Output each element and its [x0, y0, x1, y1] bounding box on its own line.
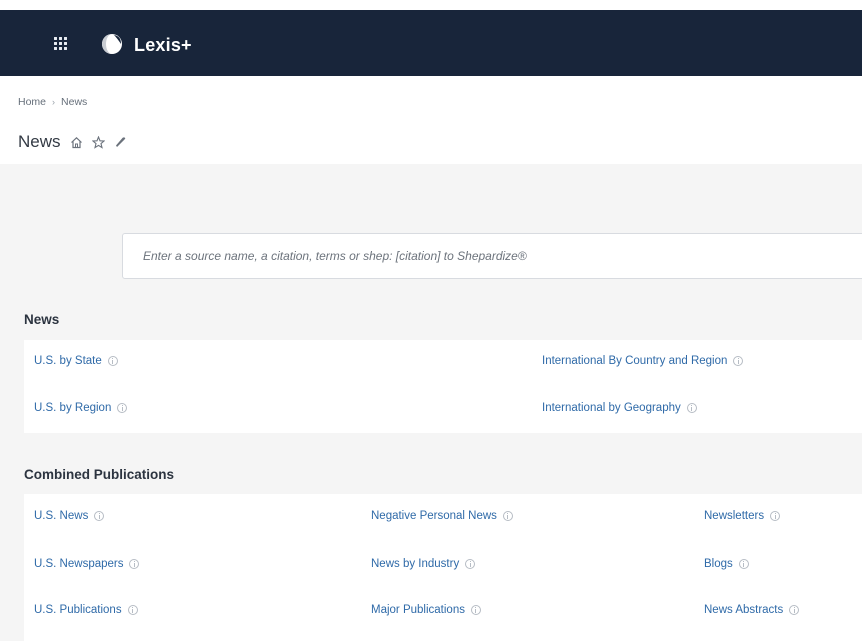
news-panel — [24, 340, 862, 433]
link-news-by-industry[interactable]: News by Industry — [371, 558, 476, 570]
link-newsletters[interactable]: Newsletters — [704, 510, 781, 522]
info-icon[interactable] — [470, 605, 481, 615]
info-icon[interactable] — [94, 511, 105, 521]
link-news-abstracts[interactable]: News Abstracts — [704, 604, 800, 616]
link-international-by-country-and-region[interactable]: International By Country and Region — [542, 355, 744, 367]
app-name[interactable]: Lexis+ — [134, 35, 192, 56]
search-input[interactable] — [143, 249, 862, 263]
link-us-newspapers[interactable]: U.S. Newspapers — [34, 558, 140, 570]
info-icon[interactable] — [733, 356, 744, 366]
page: Lexis+ Home › News News News — [0, 0, 862, 641]
link-international-by-geography[interactable]: International by Geography — [542, 402, 697, 414]
top-header-bar: Lexis+ — [0, 10, 862, 76]
info-icon[interactable] — [465, 559, 476, 569]
apps-grid-icon[interactable] — [54, 37, 68, 50]
home-icon[interactable] — [70, 136, 83, 149]
info-icon[interactable] — [107, 356, 118, 366]
news-section-heading: News — [24, 312, 60, 327]
info-icon[interactable] — [686, 403, 697, 413]
link-us-by-state[interactable]: U.S. by State — [34, 355, 118, 367]
info-icon[interactable] — [789, 605, 800, 615]
search-box[interactable] — [122, 233, 862, 279]
breadcrumb-current: News — [61, 96, 88, 108]
breadcrumb-separator-icon: › — [52, 97, 56, 107]
link-us-by-region[interactable]: U.S. by Region — [34, 402, 128, 414]
link-label[interactable]: News by Industry — [371, 558, 459, 570]
link-label[interactable]: International By Country and Region — [542, 355, 727, 367]
info-icon[interactable] — [127, 605, 138, 615]
combined-publications-heading: Combined Publications — [24, 467, 175, 482]
info-icon[interactable] — [117, 403, 128, 413]
page-title-row: News — [18, 132, 127, 152]
info-icon[interactable] — [738, 559, 749, 569]
link-label[interactable]: Major Publications — [371, 604, 465, 616]
pin-icon[interactable] — [114, 136, 127, 149]
star-icon[interactable] — [91, 135, 105, 149]
breadcrumb-home-link[interactable]: Home — [18, 96, 46, 108]
link-us-news[interactable]: U.S. News — [34, 510, 105, 522]
link-label[interactable]: International by Geography — [542, 402, 681, 414]
link-label[interactable]: U.S. News — [34, 510, 88, 522]
link-blogs[interactable]: Blogs — [704, 558, 749, 570]
link-major-publications[interactable]: Major Publications — [371, 604, 481, 616]
link-label[interactable]: U.S. by State — [34, 355, 102, 367]
link-label[interactable]: U.S. Publications — [34, 604, 122, 616]
link-label[interactable]: Newsletters — [704, 510, 764, 522]
link-label[interactable]: U.S. by Region — [34, 402, 111, 414]
link-negative-personal-news[interactable]: Negative Personal News — [371, 510, 513, 522]
info-icon[interactable] — [502, 511, 513, 521]
info-icon[interactable] — [129, 559, 140, 569]
link-label[interactable]: News Abstracts — [704, 604, 783, 616]
page-title: News — [18, 132, 61, 151]
link-us-publications[interactable]: U.S. Publications — [34, 604, 138, 616]
lexis-logo-icon[interactable] — [99, 32, 129, 56]
title-area: Home › News News — [0, 76, 862, 164]
link-label[interactable]: Negative Personal News — [371, 510, 497, 522]
breadcrumb: Home › News — [18, 96, 87, 108]
link-label[interactable]: U.S. Newspapers — [34, 558, 123, 570]
link-label[interactable]: Blogs — [704, 558, 733, 570]
info-icon[interactable] — [770, 511, 781, 521]
